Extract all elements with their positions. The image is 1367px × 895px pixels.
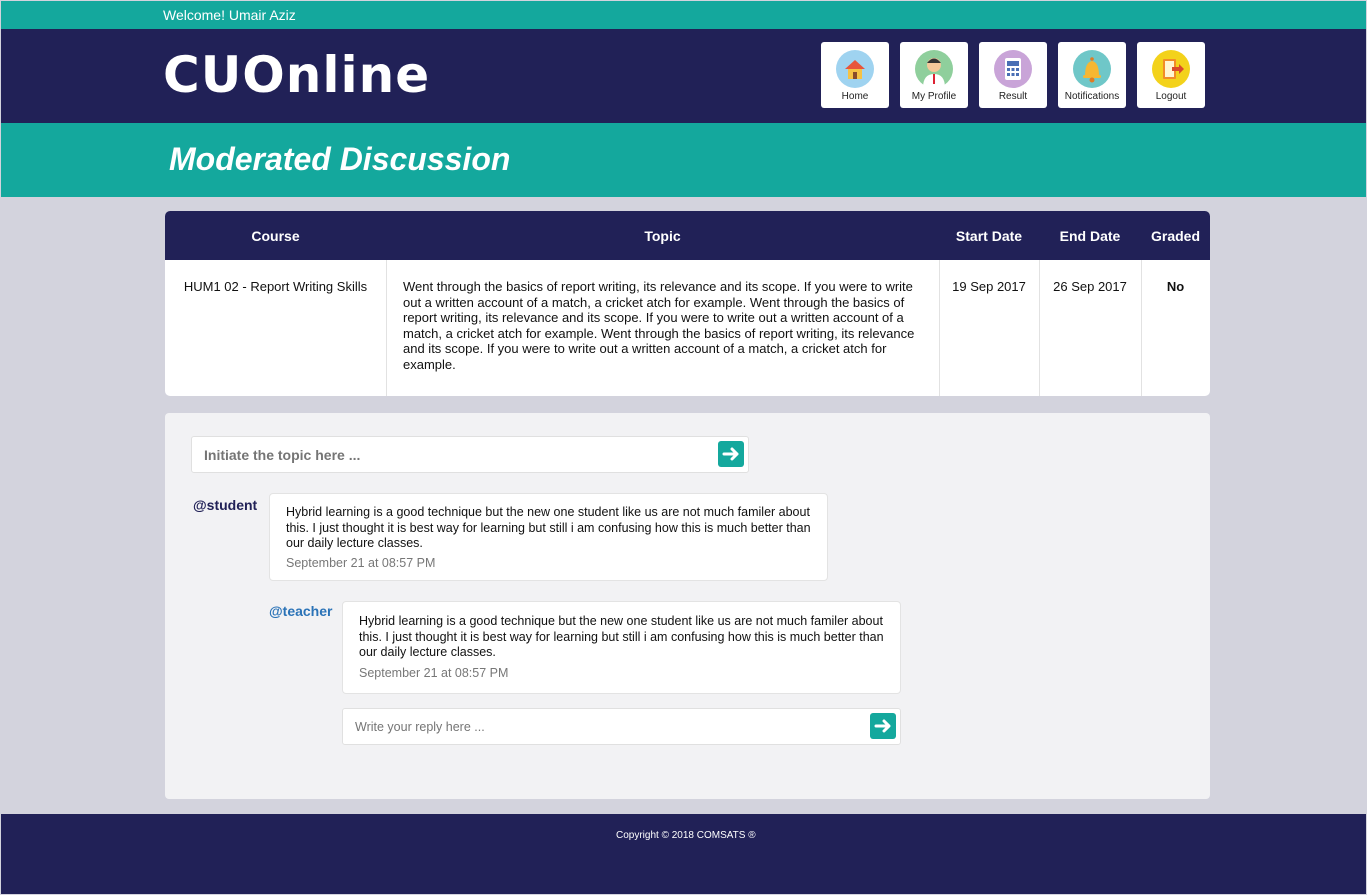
column-header-end-date: End Date xyxy=(1059,228,1121,244)
post-timestamp: September 21 at 08:57 PM xyxy=(286,556,436,570)
column-header-topic: Topic xyxy=(644,228,681,244)
reply-input-box xyxy=(342,708,901,745)
post-text: Hybrid learning is a good technique but … xyxy=(359,614,884,659)
discussion-panel: @student Hybrid learning is a good techn… xyxy=(165,413,1210,799)
copyright-text: Copyright © 2018 COMSATS ® xyxy=(616,830,756,841)
arrow-right-icon xyxy=(874,719,891,733)
nav-home-button[interactable]: Home xyxy=(821,42,889,108)
topic-input-box xyxy=(191,436,749,473)
page-banner: Moderated Discussion xyxy=(1,123,1366,197)
discussion-table: Course Topic Start Date End Date Graded … xyxy=(165,211,1210,396)
nav-logout-label: Logout xyxy=(1155,91,1187,102)
cell-topic: Went through the basics of report writin… xyxy=(403,279,915,372)
column-header-graded: Graded xyxy=(1150,228,1200,244)
submit-topic-button[interactable] xyxy=(718,441,744,467)
arrow-right-icon xyxy=(722,447,739,461)
nav-notifications-button[interactable]: Notifications xyxy=(1058,42,1126,108)
post-text: Hybrid learning is a good technique but … xyxy=(286,505,811,550)
submit-reply-button[interactable] xyxy=(870,713,896,739)
table-header: Course Topic Start Date End Date Graded xyxy=(165,211,1210,260)
welcome-text: Welcome! Umair Aziz xyxy=(163,7,296,23)
cell-end-date: 26 Sep 2017 xyxy=(1053,279,1127,294)
header: CUOnline Home My Profile Result Notifica… xyxy=(1,29,1366,123)
cell-start-date: 19 Sep 2017 xyxy=(952,279,1026,294)
home-icon xyxy=(836,50,874,88)
footer: Copyright © 2018 COMSATS ® xyxy=(1,814,1366,894)
result-icon xyxy=(994,50,1032,88)
column-divider xyxy=(386,260,387,396)
topic-input[interactable] xyxy=(202,443,706,467)
column-header-start-date: Start Date xyxy=(955,228,1023,244)
nav-profile-label: My Profile xyxy=(911,91,957,102)
cell-course: HUM1 02 - Report Writing Skills xyxy=(183,279,368,294)
logout-icon xyxy=(1152,50,1190,88)
cuonline-logo[interactable]: CUOnline xyxy=(163,43,430,107)
cell-graded: No xyxy=(1166,279,1185,294)
bell-icon xyxy=(1073,50,1111,88)
nav-notifications-label: Notifications xyxy=(1064,91,1120,102)
page: Welcome! Umair Aziz CUOnline Home My Pro… xyxy=(1,1,1366,894)
reply-input[interactable] xyxy=(353,715,857,739)
nav-profile-button[interactable]: My Profile xyxy=(900,42,968,108)
page-title: Moderated Discussion xyxy=(169,141,511,177)
top-bar: Welcome! Umair Aziz xyxy=(1,1,1366,29)
nav-result-label: Result xyxy=(998,91,1028,102)
profile-icon xyxy=(915,50,953,88)
nav-logout-button[interactable]: Logout xyxy=(1137,42,1205,108)
post-timestamp: September 21 at 08:57 PM xyxy=(359,666,509,680)
nav-result-button[interactable]: Result xyxy=(979,42,1047,108)
teacher-reply: Hybrid learning is a good technique but … xyxy=(342,601,901,694)
nav-home-label: Home xyxy=(841,91,869,102)
post-username-teacher[interactable]: @teacher xyxy=(269,603,332,619)
column-header-course: Course xyxy=(251,228,300,244)
post-username-student[interactable]: @student xyxy=(193,497,257,513)
student-post: Hybrid learning is a good technique but … xyxy=(269,493,828,581)
